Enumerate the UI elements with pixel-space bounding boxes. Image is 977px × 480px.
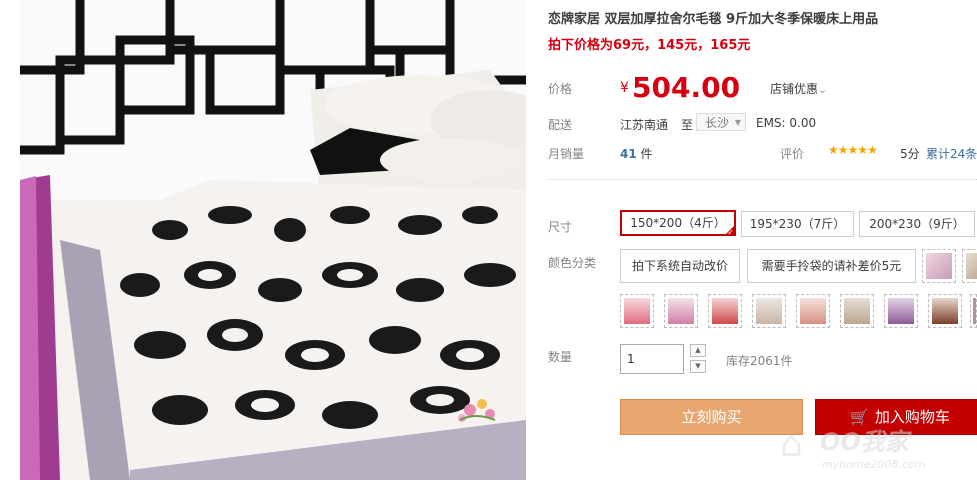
color-option[interactable]: 需要手拎袋的请补差价5元 bbox=[747, 249, 916, 283]
color-swatch[interactable] bbox=[928, 294, 962, 328]
dropdown-arrow-icon: ▼ bbox=[734, 118, 741, 127]
monthly-sales-label: 月销量 bbox=[548, 147, 585, 161]
quantity-label: 数量 bbox=[548, 350, 573, 364]
swatch-image bbox=[888, 298, 914, 324]
swatch-image bbox=[966, 253, 977, 279]
quantity-increase-button[interactable]: ▲ bbox=[690, 344, 706, 357]
product-info-panel: 恋牌家居 双层加厚拉舍尔毛毯 9斤加大冬季保暖床上用品 拍下价格为69元，145… bbox=[548, 0, 977, 480]
product-image[interactable] bbox=[20, 0, 526, 480]
ems-fee: EMS: 0.00 bbox=[756, 116, 817, 130]
shop-promo-dropdown[interactable]: 店铺优惠⌄ bbox=[770, 80, 827, 97]
swatch-image bbox=[926, 253, 952, 279]
swatch-image bbox=[668, 298, 694, 324]
monthly-sales: 41 件 bbox=[620, 145, 653, 162]
ship-to-word: 至 bbox=[681, 118, 694, 132]
price-row: 价格 ¥ 504.00 店铺优惠⌄ bbox=[548, 70, 977, 104]
color-option[interactable]: 拍下系统自动改价 bbox=[620, 249, 740, 283]
divider bbox=[548, 179, 977, 180]
site-watermark: ⌂ OO我家 myhome2008.com bbox=[760, 416, 977, 480]
swatch-image bbox=[712, 298, 738, 324]
size-option[interactable]: 200*230（9斤） bbox=[859, 211, 975, 237]
color-swatch[interactable] bbox=[922, 249, 956, 283]
rating-score: 5分 bbox=[900, 147, 920, 161]
house-logo-icon: ⌂ bbox=[780, 424, 803, 465]
watermark-brand: OO我家 bbox=[820, 428, 909, 456]
color-swatch[interactable] bbox=[840, 294, 874, 328]
color-swatch[interactable] bbox=[970, 294, 977, 328]
destination-city-value: 长沙 bbox=[705, 116, 730, 130]
quantity-decrease-button[interactable]: ▼ bbox=[690, 360, 706, 373]
shipping-label: 配送 bbox=[548, 118, 573, 132]
destination-city-select[interactable]: 长沙 ▼ bbox=[696, 113, 746, 131]
swatch-image bbox=[756, 298, 782, 324]
stock-count: 库存2061件 bbox=[726, 354, 793, 368]
quantity-input[interactable] bbox=[620, 344, 684, 374]
price-label: 价格 bbox=[548, 82, 573, 96]
color-swatch[interactable] bbox=[664, 294, 698, 328]
color-swatch[interactable] bbox=[708, 294, 742, 328]
size-label: 尺寸 bbox=[548, 220, 573, 234]
color-swatch[interactable] bbox=[962, 249, 977, 283]
size-option[interactable]: 195*230（7斤） bbox=[741, 211, 854, 237]
shop-promo-label: 店铺优惠 bbox=[770, 82, 819, 96]
product-subtitle: 拍下价格为69元，145元，165元 bbox=[548, 38, 751, 53]
monthly-sales-count: 41 bbox=[620, 147, 637, 161]
swatch-image bbox=[624, 298, 650, 324]
color-swatch[interactable] bbox=[620, 294, 654, 328]
swatch-image bbox=[800, 298, 826, 324]
color-swatch[interactable] bbox=[796, 294, 830, 328]
chevron-down-icon: ⌄ bbox=[818, 83, 828, 96]
review-count-link[interactable]: 累计24条 bbox=[926, 145, 977, 162]
color-swatch[interactable] bbox=[752, 294, 786, 328]
size-option-label: 150*200（4斤） bbox=[630, 216, 726, 230]
product-photo-illustration bbox=[20, 0, 526, 480]
color-label: 颜色分类 bbox=[548, 256, 597, 270]
rating-stars-icon: ★★★★★ bbox=[828, 143, 878, 157]
monthly-sales-unit: 件 bbox=[640, 147, 653, 161]
watermark-url: myhome2008.com bbox=[822, 458, 926, 471]
product-title: 恋牌家居 双层加厚拉舍尔毛毯 9斤加大冬季保暖床上用品 bbox=[548, 12, 879, 27]
ship-from: 江苏南通 bbox=[620, 118, 669, 132]
rating-label: 评价 bbox=[780, 147, 805, 161]
swatch-image bbox=[973, 298, 976, 324]
color-swatch[interactable] bbox=[884, 294, 918, 328]
checkmark-icon: ✓ bbox=[727, 228, 734, 237]
swatch-image bbox=[844, 298, 870, 324]
currency-symbol: ¥ bbox=[620, 80, 629, 96]
size-option-selected[interactable]: 150*200（4斤） ✓ bbox=[620, 210, 736, 237]
price-value: 504.00 bbox=[632, 71, 741, 104]
swatch-image bbox=[932, 298, 958, 324]
